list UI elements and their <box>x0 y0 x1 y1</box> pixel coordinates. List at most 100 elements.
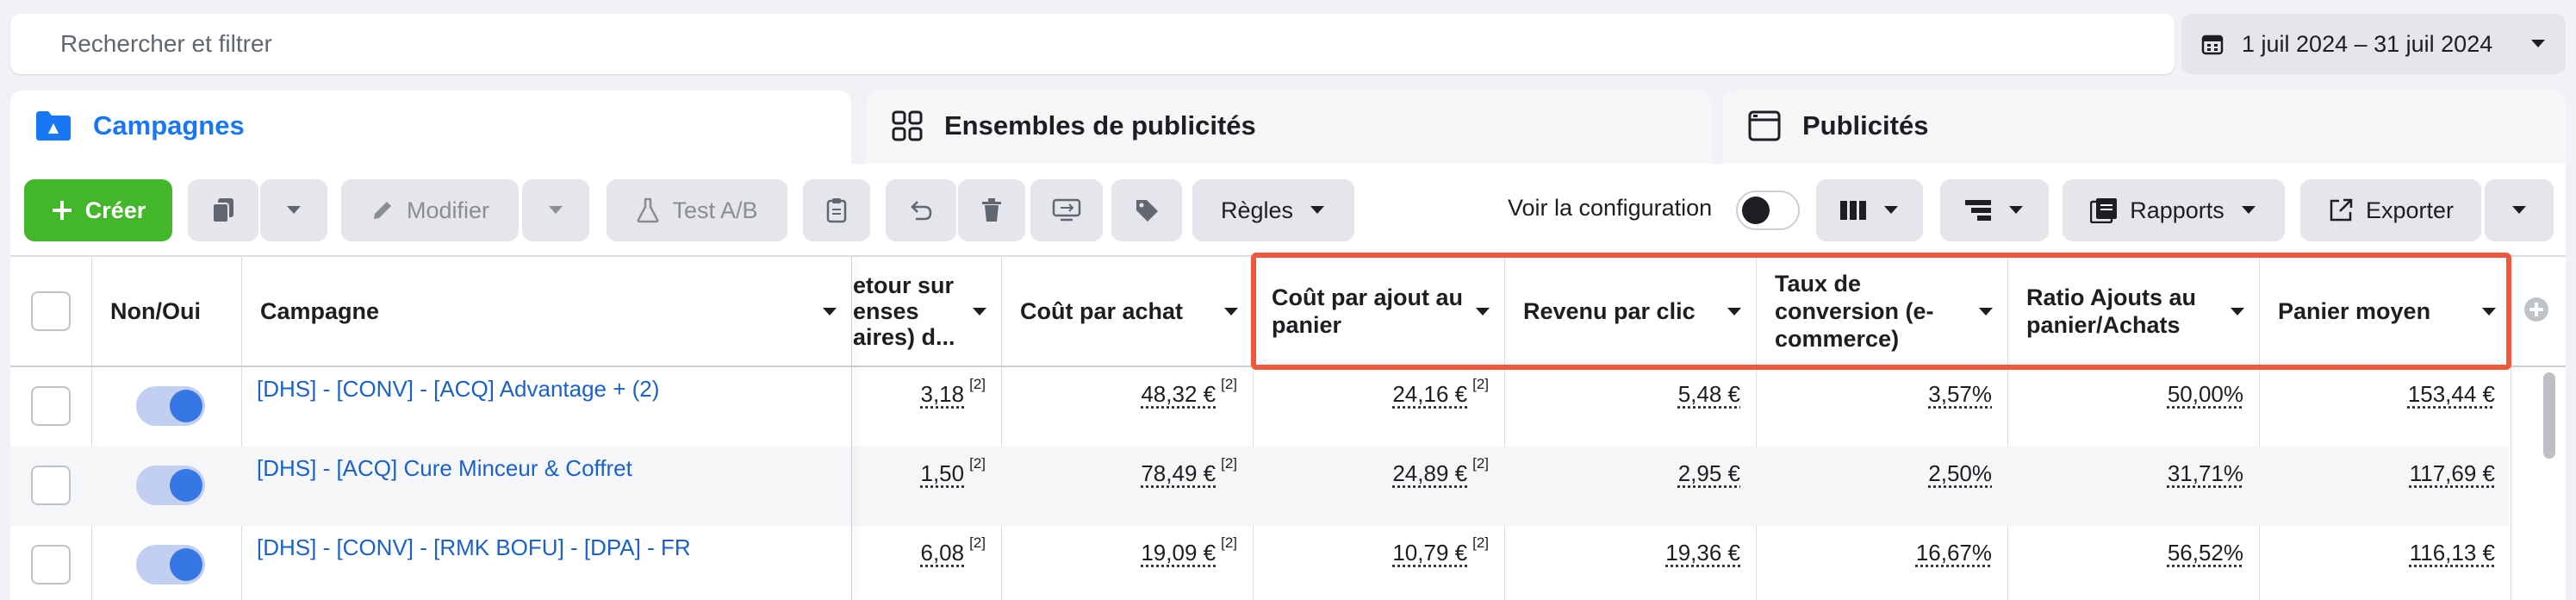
campaign-toggle[interactable] <box>136 545 205 584</box>
trash-icon <box>980 197 1003 223</box>
column-header-campaign[interactable]: Campagne <box>243 257 851 366</box>
tab-ad-sets[interactable]: Ensembles de publicités <box>867 91 1711 168</box>
cost-per-atc-note: [2] <box>1472 455 1489 472</box>
tab-campaigns[interactable]: Campagnes <box>10 91 851 168</box>
date-range-picker[interactable]: 1 juil 2024 – 31 juil 2024 <box>2181 14 2566 74</box>
sort-icon[interactable] <box>1223 307 1239 317</box>
select-all-checkbox[interactable] <box>31 291 71 331</box>
campaign-name-link[interactable]: [DHS] - [CONV] - [RMK BOFU] - [DPA] - FR <box>257 534 691 561</box>
rules-button[interactable]: Règles <box>1192 179 1354 241</box>
roas-value[interactable]: 3,18 <box>920 381 964 408</box>
export-icon <box>2328 197 2354 223</box>
cpa-note: [2] <box>1221 455 1237 472</box>
campaign-name-link[interactable]: [DHS] - [ACQ] Cure Minceur & Coffret <box>257 455 632 482</box>
tag-icon <box>1134 197 1160 223</box>
ab-test-button[interactable]: Test A/B <box>607 179 787 241</box>
duplicate-dropdown-button[interactable] <box>260 179 327 241</box>
revenue-per-click-value[interactable]: 2,95 € <box>1678 460 1740 487</box>
atc-ratio-value[interactable]: 50,00% <box>2168 381 2243 408</box>
cost-per-atc-value[interactable]: 24,89 € <box>1392 460 1467 487</box>
chevron-down-icon <box>1882 204 1900 216</box>
export-dropdown-button[interactable] <box>2485 179 2554 241</box>
search-input[interactable] <box>60 27 2128 61</box>
tab-campaigns-label: Campagnes <box>93 110 245 141</box>
export-button[interactable]: Exporter <box>2300 179 2481 241</box>
row-checkbox[interactable] <box>31 386 71 426</box>
aov-value[interactable]: 153,44 € <box>2408 381 2495 408</box>
conversion-rate-value[interactable]: 2,50% <box>1928 460 1992 487</box>
columns-button[interactable] <box>1816 179 1923 241</box>
columns-icon <box>1839 199 1867 222</box>
aov-value[interactable]: 117,69 € <box>2410 460 2495 487</box>
roas-note: [2] <box>969 534 986 552</box>
table-row[interactable]: [DHS] - [CONV] - [ACQ] Advantage + (2) 3… <box>10 367 2509 447</box>
tag-button[interactable] <box>1111 179 1182 241</box>
column-header-campaign-label: Campagne <box>260 297 379 325</box>
reports-button[interactable]: Rapports <box>2063 179 2285 241</box>
cpa-value[interactable]: 78,49 € <box>1141 460 1216 487</box>
chevron-down-icon <box>2529 38 2547 50</box>
conversion-rate-value[interactable]: 16,67% <box>1916 540 1992 566</box>
sort-icon[interactable] <box>972 307 987 317</box>
rules-button-label: Règles <box>1221 197 1293 224</box>
roas-header-line1: etour sur <box>853 272 955 298</box>
edit-dropdown-button[interactable] <box>522 179 589 241</box>
cpa-value[interactable]: 19,09 € <box>1141 540 1216 566</box>
chevron-down-icon <box>1309 204 1326 216</box>
column-header-roas[interactable]: etour sur enses aires) d... <box>853 257 1001 366</box>
column-header-cpa[interactable]: Coût par achat <box>1003 257 1253 366</box>
chevron-down-icon <box>285 204 302 216</box>
cost-per-atc-value[interactable]: 24,16 € <box>1392 381 1467 408</box>
campaign-toggle[interactable] <box>136 466 205 505</box>
folder-icon <box>34 109 72 142</box>
conversion-rate-value[interactable]: 3,57% <box>1928 381 1992 408</box>
atc-ratio-value[interactable]: 56,52% <box>2168 540 2243 566</box>
undo-icon <box>909 198 933 222</box>
cpa-note: [2] <box>1221 534 1237 552</box>
edit-button[interactable]: Modifier <box>341 179 519 241</box>
clipboard-button[interactable] <box>803 179 870 241</box>
plus-icon <box>51 199 73 222</box>
tab-ad-sets-label: Ensembles de publicités <box>944 110 1256 141</box>
duplicate-button[interactable] <box>188 179 258 241</box>
column-header-toggle[interactable]: Non/Oui <box>93 257 241 366</box>
create-button[interactable]: Créer <box>24 179 172 241</box>
ad-window-icon <box>1747 109 1782 142</box>
roas-value[interactable]: 1,50 <box>920 460 964 487</box>
chevron-down-icon <box>547 204 564 216</box>
roas-header-line3: aires) d... <box>853 324 955 350</box>
tab-ads[interactable]: Publicités <box>1723 91 2566 168</box>
revenue-per-click-value[interactable]: 19,36 € <box>1665 540 1740 566</box>
date-range-label: 1 juil 2024 – 31 juil 2024 <box>2242 31 2492 58</box>
undo-button[interactable] <box>886 179 956 241</box>
edit-button-label: Modifier <box>407 197 489 224</box>
cost-per-atc-note: [2] <box>1472 534 1489 552</box>
aov-value[interactable]: 116,13 € <box>2410 540 2495 566</box>
vertical-scrollbar[interactable] <box>2543 372 2555 459</box>
chevron-down-icon <box>2240 204 2257 216</box>
atc-ratio-value[interactable]: 31,71% <box>2168 460 2243 487</box>
sort-icon[interactable] <box>822 307 837 317</box>
roas-value[interactable]: 6,08 <box>920 540 964 566</box>
tab-ads-label: Publicités <box>1802 110 1928 141</box>
export-button-label: Exporter <box>2366 197 2454 224</box>
view-config-toggle[interactable] <box>1736 191 1800 230</box>
search-bar[interactable] <box>10 14 2175 74</box>
delete-button[interactable] <box>958 179 1025 241</box>
table-row[interactable]: [DHS] - [CONV] - [RMK BOFU] - [DPA] - FR… <box>10 526 2509 600</box>
revenue-per-click-value[interactable]: 5,48 € <box>1678 381 1740 408</box>
reports-button-label: Rapports <box>2130 197 2224 224</box>
cost-per-atc-value[interactable]: 10,79 € <box>1392 540 1467 566</box>
breakdown-button[interactable] <box>1940 179 2049 241</box>
campaign-toggle[interactable] <box>136 386 205 426</box>
table-row[interactable]: [DHS] - [ACQ] Cure Minceur & Coffret 1,5… <box>10 447 2509 526</box>
row-checkbox[interactable] <box>31 466 71 505</box>
publish-compare-button[interactable] <box>1030 179 1103 241</box>
create-button-label: Créer <box>85 197 146 224</box>
toggle-knob <box>1742 197 1770 224</box>
campaign-name-link[interactable]: [DHS] - [CONV] - [ACQ] Advantage + (2) <box>257 376 659 403</box>
cpa-value[interactable]: 48,32 € <box>1141 381 1216 408</box>
add-column-icon[interactable] <box>2524 297 2548 322</box>
cpa-note: [2] <box>1221 376 1237 393</box>
row-checkbox[interactable] <box>31 545 71 584</box>
